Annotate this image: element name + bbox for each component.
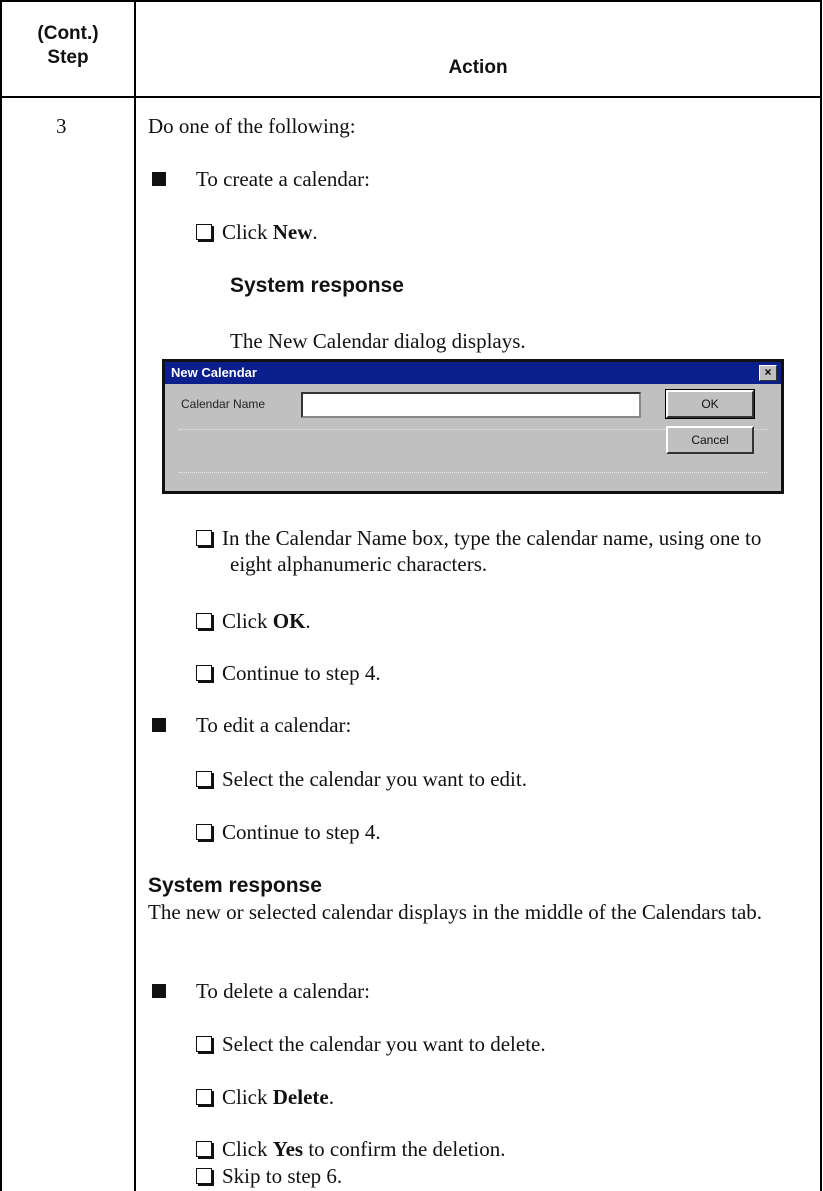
procedure-table: (Cont.) Step Action 3 Do one of the foll… — [0, 0, 823, 1191]
ok-button[interactable]: OK — [665, 389, 755, 419]
checkbox-icon — [196, 224, 212, 240]
checkbox-icon — [196, 665, 212, 681]
step-header-line2: Step — [47, 47, 89, 68]
create-label: To create a calendar: — [196, 167, 370, 191]
intro-text: Do one of the following: — [148, 114, 356, 138]
close-icon[interactable]: × — [759, 365, 777, 381]
delete-bullet — [152, 984, 166, 998]
create-response-heading: System response — [230, 274, 404, 297]
delete-confirm: Click Yes to confirm the deletion. — [196, 1136, 505, 1162]
ok-command: OK — [272, 609, 306, 633]
checkbox-icon — [196, 771, 212, 787]
edit-select: Select the calendar you want to edit. — [196, 766, 527, 792]
calendar-name-input[interactable] — [301, 392, 641, 418]
table-column-divider — [134, 0, 136, 1191]
create-continue: Continue to step 4. — [196, 660, 381, 686]
new-command: New — [272, 220, 313, 244]
checkbox-icon — [196, 1089, 212, 1105]
action-column-header: Action — [448, 57, 508, 78]
checkbox-icon — [196, 1141, 212, 1157]
calendar-name-label: Calendar Name — [181, 397, 266, 411]
edit-continue: Continue to step 4. — [196, 819, 381, 845]
yes-command: Yes — [272, 1137, 304, 1161]
cancel-button[interactable]: Cancel — [666, 426, 754, 454]
checkbox-icon — [196, 1036, 212, 1052]
checkbox-icon — [196, 530, 212, 546]
step-column-header: (Cont.) Step — [2, 22, 134, 70]
table-left-border — [0, 0, 2, 1191]
delete-command: Delete — [272, 1085, 329, 1109]
delete-click: Click Delete. — [196, 1084, 334, 1110]
edit-bullet — [152, 718, 166, 732]
checkbox-icon — [196, 824, 212, 840]
edit-label: To edit a calendar: — [196, 713, 352, 737]
step-header-line1: (Cont.) — [37, 23, 99, 44]
step-number: 3 — [56, 114, 67, 138]
delete-select: Select the calendar you want to delete. — [196, 1031, 546, 1057]
delete-skip: Skip to step 6. — [196, 1163, 342, 1189]
create-click-ok: Click OK. — [196, 608, 311, 634]
checkbox-icon — [196, 613, 212, 629]
table-right-border — [820, 0, 822, 1191]
dialog-divider — [179, 472, 767, 473]
create-name-instruction: In the Calendar Name box, type the calen… — [196, 525, 800, 577]
checkbox-icon — [196, 1168, 212, 1184]
system-response-text: The new or selected calendar displays in… — [148, 900, 763, 924]
table-top-border — [0, 0, 822, 2]
delete-label: To delete a calendar: — [196, 979, 371, 1003]
system-response-heading: System response — [148, 874, 322, 897]
dialog-title: New Calendar — [171, 365, 257, 380]
dialog-title-bar: New Calendar × — [165, 362, 781, 384]
create-click-new: Click New. — [196, 219, 318, 245]
create-response-text: The New Calendar dialog displays. — [230, 329, 526, 353]
create-bullet — [152, 172, 166, 186]
new-calendar-dialog: New Calendar × Calendar Name OK Cancel — [162, 359, 784, 494]
table-header-divider — [0, 96, 822, 98]
